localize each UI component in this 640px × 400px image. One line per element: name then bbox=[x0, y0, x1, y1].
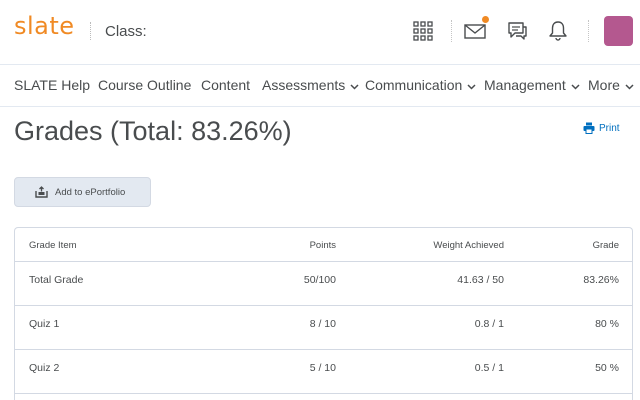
eportfolio-icon bbox=[35, 186, 48, 198]
column-header-grade-item[interactable]: Grade Item bbox=[29, 240, 77, 251]
chevron-down-icon bbox=[625, 77, 634, 93]
nav-label: Course Outline bbox=[98, 77, 192, 93]
grades-table: Grade Item Points Weight Achieved Grade … bbox=[14, 227, 633, 400]
class-label: Class: bbox=[105, 23, 147, 40]
nav-label: Content bbox=[201, 77, 251, 93]
nav-label: Management bbox=[484, 77, 566, 93]
slate-logo[interactable]: slate bbox=[14, 12, 75, 40]
grade-points: 8 / 10 bbox=[309, 318, 336, 330]
grade-weight-achieved: 0.8 / 1 bbox=[474, 318, 504, 330]
print-label: Print bbox=[599, 122, 620, 134]
grade-weight-achieved: 41.63 / 50 bbox=[457, 274, 504, 286]
grade-value: 83.26% bbox=[583, 274, 619, 286]
add-to-eportfolio-button[interactable]: Add to ePortfolio bbox=[14, 177, 151, 207]
top-header: slate Class: bbox=[0, 0, 640, 64]
chevron-down-icon bbox=[350, 77, 359, 93]
grade-value: 50 % bbox=[595, 362, 619, 374]
chat-icon[interactable] bbox=[504, 18, 530, 44]
grade-item-name: Total Grade bbox=[29, 274, 84, 286]
nav-label: More bbox=[588, 77, 620, 93]
nav-slate-help[interactable]: SLATE Help bbox=[14, 77, 90, 93]
course-navbar: SLATE Help Course Outline Content Assess… bbox=[0, 64, 640, 107]
user-avatar[interactable] bbox=[604, 16, 633, 46]
table-row: Total Grade 50/100 41.63 / 50 83.26% bbox=[15, 262, 632, 306]
table-row: Quiz 2 5 / 10 0.5 / 1 50 % bbox=[15, 350, 632, 394]
nav-management[interactable]: Management bbox=[484, 77, 580, 93]
nav-label: SLATE Help bbox=[14, 77, 90, 93]
column-header-weight-achieved[interactable]: Weight Achieved bbox=[433, 240, 504, 251]
column-header-grade[interactable]: Grade bbox=[593, 240, 619, 251]
nav-course-outline[interactable]: Course Outline bbox=[98, 77, 191, 93]
nav-label: Assessments bbox=[262, 77, 346, 93]
mail-icon[interactable] bbox=[462, 16, 489, 44]
header-divider bbox=[588, 20, 589, 42]
chevron-down-icon bbox=[467, 77, 476, 93]
column-header-points[interactable]: Points bbox=[310, 240, 336, 251]
table-header-row: Grade Item Points Weight Achieved Grade bbox=[15, 228, 632, 262]
grade-weight-achieved: 0.5 / 1 bbox=[474, 362, 504, 374]
logo-divider bbox=[90, 22, 91, 40]
table-row: Quiz 1 8 / 10 0.8 / 1 80 % bbox=[15, 306, 632, 350]
button-label: Add to ePortfolio bbox=[55, 186, 126, 198]
nav-communication[interactable]: Communication bbox=[365, 77, 476, 93]
bell-icon[interactable] bbox=[545, 18, 571, 44]
nav-more[interactable]: More bbox=[588, 77, 634, 93]
grade-item-name: Quiz 2 bbox=[29, 362, 60, 374]
chevron-down-icon bbox=[571, 77, 580, 93]
nav-content[interactable]: Content bbox=[201, 77, 250, 93]
nav-label: Communication bbox=[365, 77, 463, 93]
grade-points: 50/100 bbox=[303, 274, 336, 286]
waffle-icon[interactable] bbox=[410, 18, 436, 44]
grade-points: 5 / 10 bbox=[309, 362, 336, 374]
header-divider bbox=[451, 20, 452, 42]
print-button[interactable]: Print bbox=[583, 122, 620, 134]
page-title: Grades (Total: 83.26%) bbox=[14, 116, 292, 146]
grade-item-name: Quiz 1 bbox=[29, 318, 60, 330]
grade-value: 80 % bbox=[595, 318, 619, 330]
printer-icon bbox=[583, 122, 595, 134]
nav-assessments[interactable]: Assessments bbox=[262, 77, 359, 93]
notification-dot bbox=[482, 16, 489, 23]
